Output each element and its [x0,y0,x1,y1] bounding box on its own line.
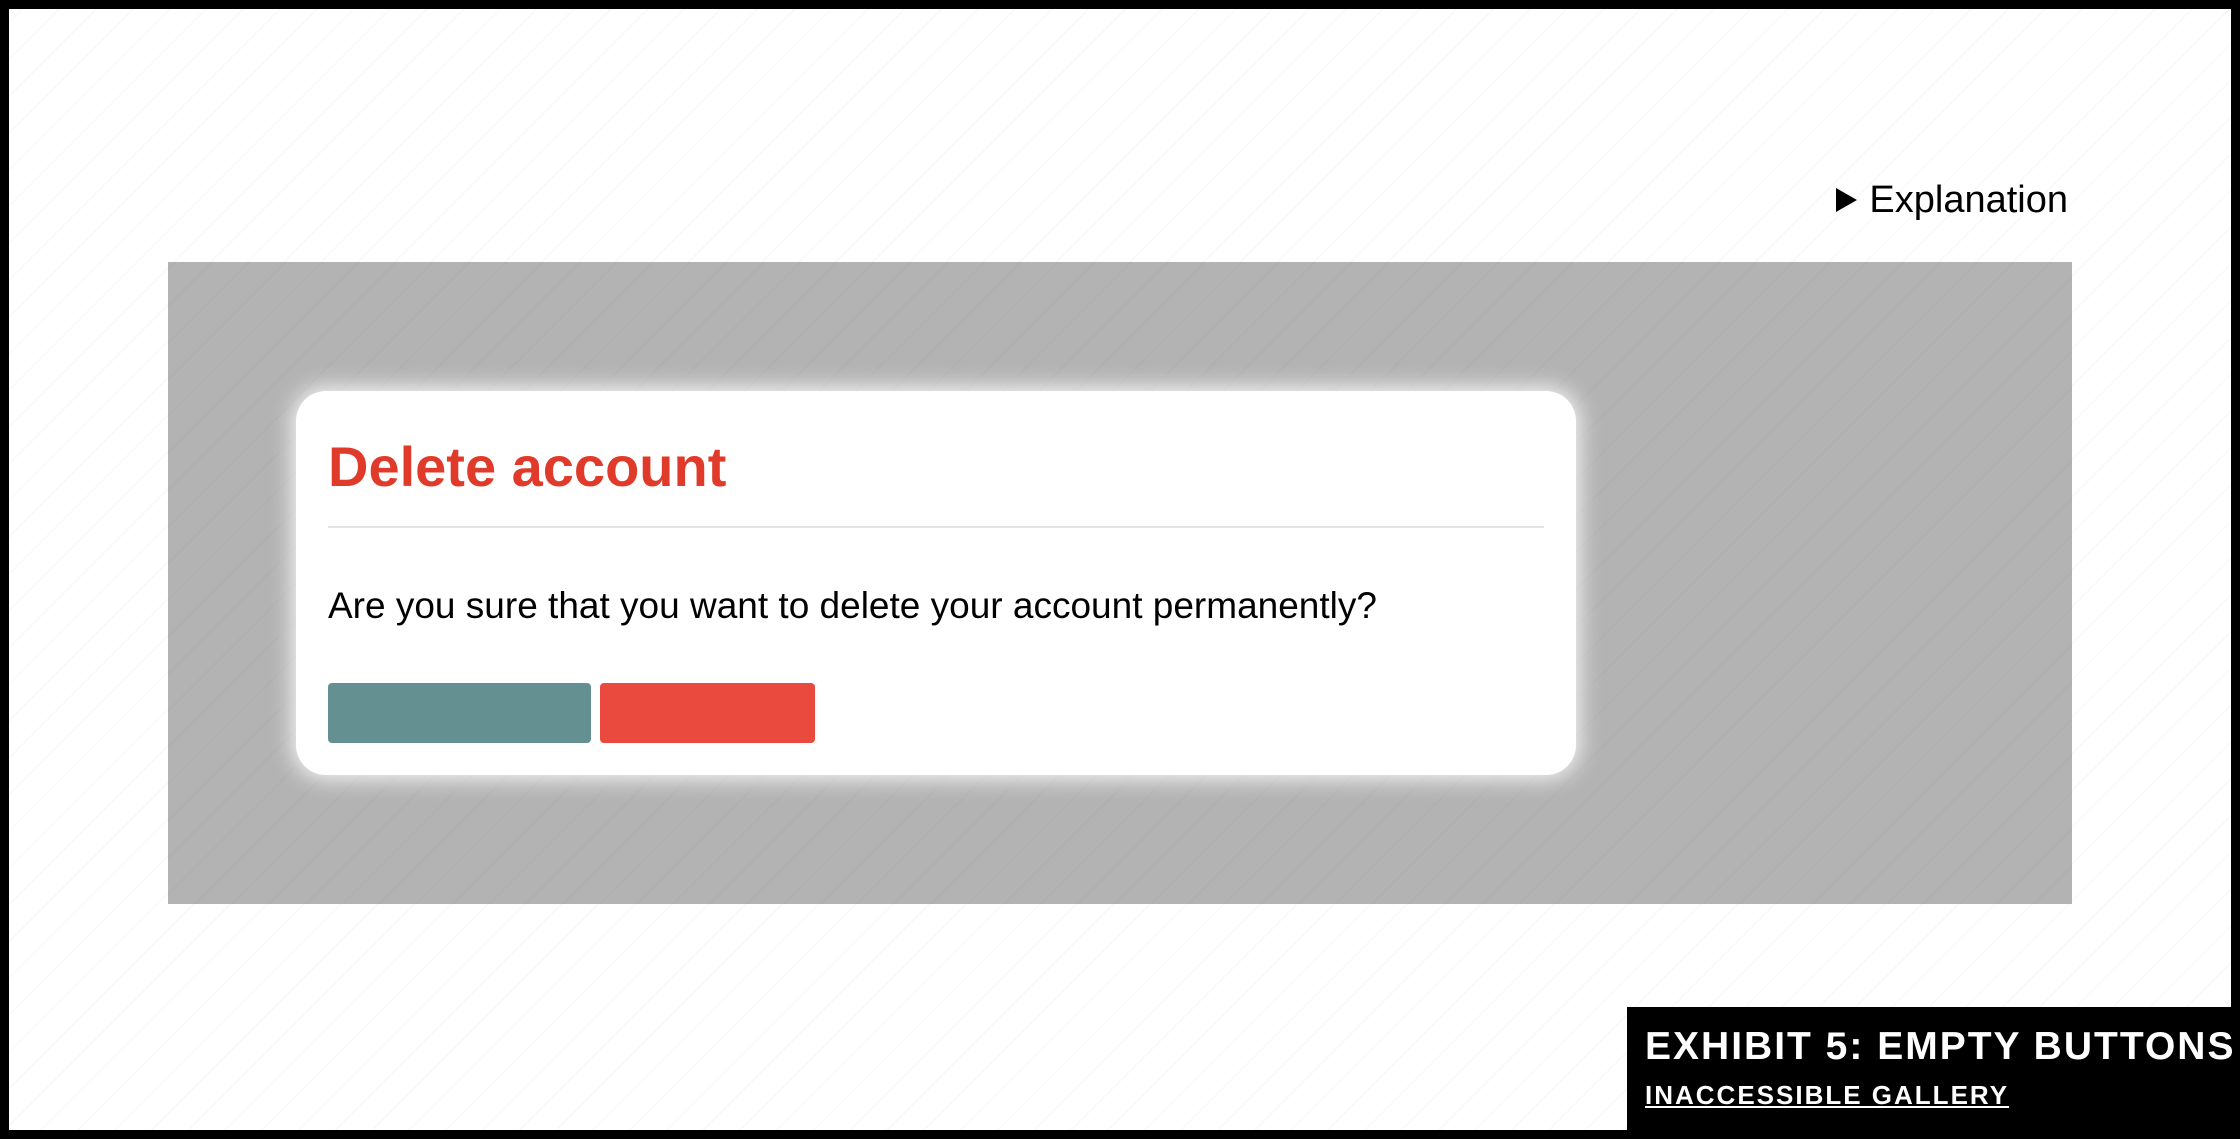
cancel-button[interactable] [328,683,591,743]
exhibit-stage: Delete account Are you sure that you wan… [168,262,2072,904]
explanation-toggle[interactable]: Explanation [1836,181,2068,219]
exhibit-title: EXHIBIT 5: EMPTY BUTTONS [1645,1025,2236,1068]
triangle-right-icon [1836,188,1858,212]
delete-account-dialog: Delete account Are you sure that you wan… [296,391,1576,775]
dialog-title: Delete account [328,435,727,498]
gallery-link[interactable]: INACCESSIBLE GALLERY [1645,1082,2009,1108]
dialog-message: Are you sure that you want to delete you… [328,585,1377,626]
explanation-label: Explanation [1869,179,2068,221]
dialog-divider [328,526,1544,528]
exhibit-caption: EXHIBIT 5: EMPTY BUTTONS INACCESSIBLE GA… [1627,1007,2236,1130]
delete-button[interactable] [600,683,815,743]
